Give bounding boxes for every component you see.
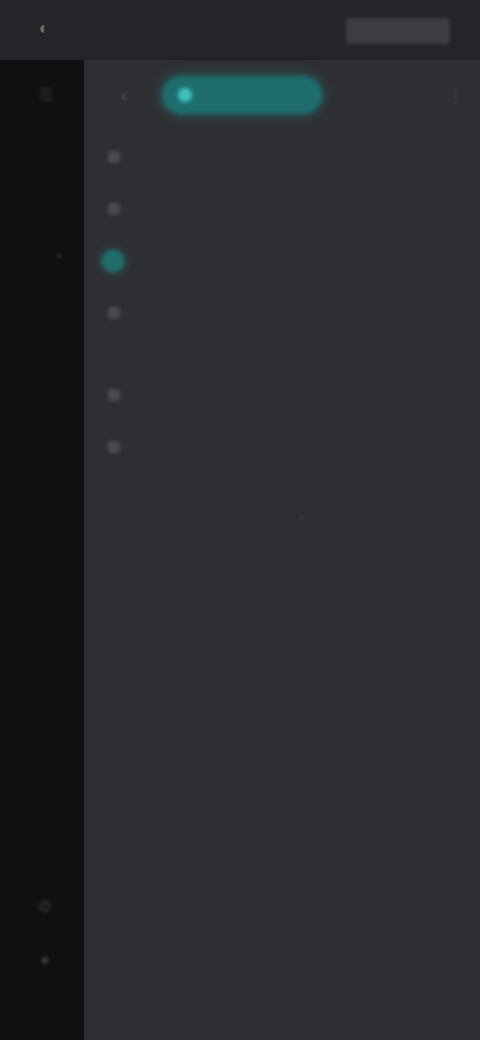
- radio-selected-icon: [102, 250, 124, 272]
- checkbox-icon: [108, 151, 120, 163]
- main-pane: ‹ ⋮ ⌄: [84, 60, 480, 1040]
- list-item[interactable]: [108, 433, 130, 461]
- list-item[interactable]: [108, 195, 130, 223]
- list-item-selected[interactable]: [102, 247, 134, 275]
- list-item[interactable]: [108, 381, 130, 409]
- settings-icon[interactable]: ⚙: [30, 892, 60, 922]
- chevron-left-icon[interactable]: ‹: [112, 84, 136, 108]
- logo-icon: ◐: [38, 17, 50, 38]
- checkbox-icon: [108, 203, 120, 215]
- list-item[interactable]: [108, 299, 130, 327]
- checkbox-icon: [108, 389, 120, 401]
- chip-dot-icon: [178, 88, 192, 102]
- app-window: ◐ ☰ • ⚙ ● ‹ ⋮ ⌄: [0, 0, 480, 1040]
- topbar-action-button[interactable]: [346, 18, 450, 44]
- more-vertical-icon[interactable]: ⋮: [446, 84, 466, 108]
- checkbox-icon: [108, 441, 120, 453]
- top-bar: ◐: [0, 0, 480, 60]
- primary-chip-button[interactable]: [162, 76, 322, 114]
- left-rail: ☰ • ⚙ ●: [0, 60, 84, 1040]
- main-header: ‹ ⋮: [104, 74, 466, 118]
- chevron-down-icon: ⌄: [296, 506, 308, 522]
- menu-icon[interactable]: ☰: [18, 80, 74, 110]
- user-icon[interactable]: ●: [30, 946, 60, 976]
- dot-icon[interactable]: •: [44, 242, 74, 272]
- dropdown-select[interactable]: ⌄: [108, 500, 318, 534]
- checkbox-icon: [108, 307, 120, 319]
- list-item[interactable]: [108, 143, 130, 171]
